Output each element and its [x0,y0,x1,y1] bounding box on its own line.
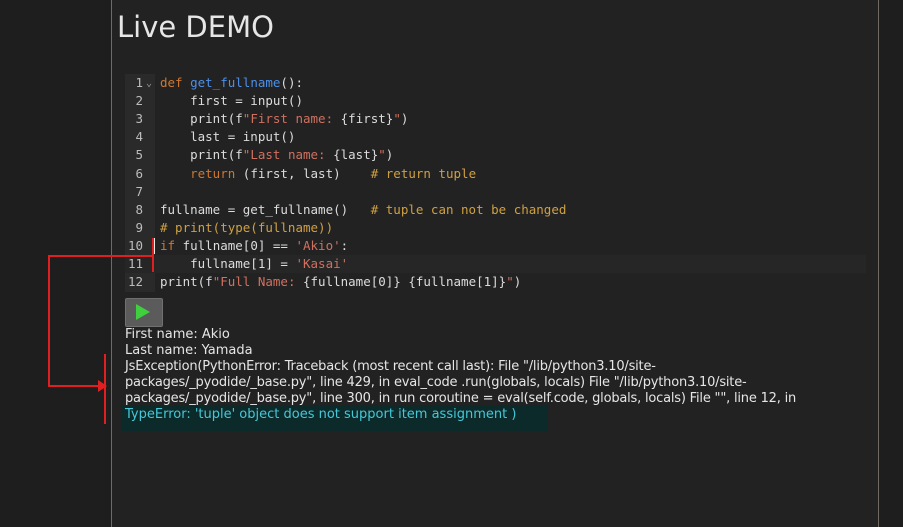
annotation-arrow [48,238,154,424]
annotation-connector [48,255,153,387]
